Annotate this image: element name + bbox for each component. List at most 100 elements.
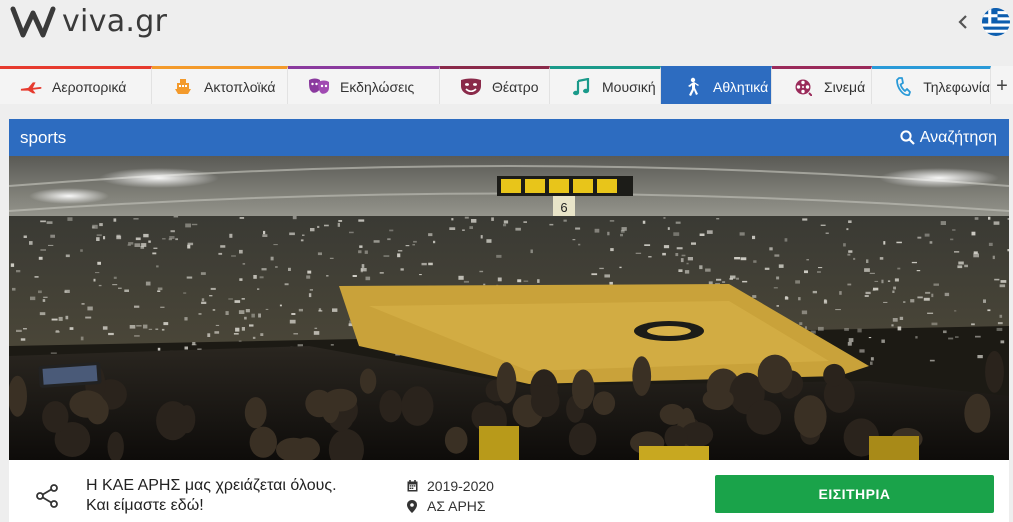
confetti-piece <box>218 252 223 255</box>
confetti-piece <box>954 251 960 253</box>
confetti-piece <box>273 244 278 246</box>
confetti-piece <box>642 220 646 224</box>
confetti-piece <box>349 231 354 234</box>
confetti-piece <box>30 296 36 301</box>
confetti-piece <box>663 217 666 219</box>
confetti-piece <box>113 276 117 279</box>
confetti-piece <box>897 267 901 270</box>
nav-item-label: Σινεμά <box>824 78 866 95</box>
nav-item-ferries[interactable]: Ακτοπλοϊκά <box>152 66 288 104</box>
confetti-piece <box>34 276 39 278</box>
confetti-piece <box>609 281 613 285</box>
event-info-bar: Η ΚΑΕ ΑΡΗΣ μας χρειάζεται όλους. Και είμ… <box>9 460 1009 522</box>
confetti-piece <box>313 331 320 335</box>
confetti-piece <box>620 233 623 237</box>
confetti-piece <box>241 327 245 331</box>
confetti-piece <box>515 227 521 231</box>
confetti-piece <box>95 272 100 274</box>
nav-item-theater[interactable]: Θέατρο <box>440 66 550 104</box>
tickets-button[interactable]: ΕΙΣΙΤΗΡΙΑ <box>715 475 994 513</box>
confetti-piece <box>97 261 101 265</box>
confetti-piece <box>483 283 486 286</box>
confetti-piece <box>358 219 365 222</box>
confetti-piece <box>85 316 92 319</box>
fan-silhouette <box>69 390 105 418</box>
confetti-piece <box>80 336 84 341</box>
confetti-piece <box>99 223 103 227</box>
nav-more-button[interactable]: + <box>991 66 1013 104</box>
confetti-piece <box>80 249 83 252</box>
confetti-piece <box>187 242 194 246</box>
confetti-piece <box>764 267 770 270</box>
confetti-piece <box>678 269 683 272</box>
confetti-piece <box>318 310 323 312</box>
confetti-piece <box>879 257 884 260</box>
fan-silhouette <box>592 391 616 415</box>
confetti-piece <box>983 299 986 303</box>
confetti-piece <box>65 315 69 320</box>
confetti-piece <box>317 252 322 256</box>
confetti-piece <box>397 253 401 258</box>
confetti-piece <box>383 255 390 257</box>
confetti-piece <box>497 277 502 282</box>
theater-mask-icon <box>460 78 482 96</box>
nav-item-cinema[interactable]: Σινεμά <box>772 66 872 104</box>
fan-silhouette <box>359 368 377 394</box>
nav-item-music[interactable]: Μουσική <box>550 66 661 104</box>
confetti-piece <box>864 295 869 297</box>
confetti-piece <box>892 290 895 293</box>
confetti-piece <box>1007 218 1009 220</box>
fan-silhouette <box>985 350 1004 393</box>
fan-silhouette <box>321 392 340 424</box>
confetti-piece <box>847 342 852 346</box>
nav-item-telephony[interactable]: Τηλεφωνία <box>872 66 991 104</box>
nav-item-sports[interactable]: Αθλητικά <box>661 66 772 104</box>
nav-item-flights[interactable]: Αεροπορικά <box>0 66 152 104</box>
confetti-piece <box>847 283 852 286</box>
confetti-piece <box>839 291 842 295</box>
confetti-piece <box>943 330 947 334</box>
confetti-piece <box>332 308 338 312</box>
site-header: viva.gr <box>0 0 1013 66</box>
confetti-piece <box>365 276 371 281</box>
confetti-piece <box>923 297 930 301</box>
confetti-piece <box>931 293 934 298</box>
confetti-piece <box>537 279 540 283</box>
confetti-piece <box>971 323 975 326</box>
confetti-piece <box>812 290 817 294</box>
confetti-piece <box>185 223 191 228</box>
confetti-piece <box>58 316 63 321</box>
confetti-piece <box>108 332 114 336</box>
confetti-piece <box>387 238 391 241</box>
event-season: 2019-2020 <box>427 478 494 494</box>
confetti-piece <box>687 257 693 261</box>
greek-flag-icon[interactable] <box>982 8 1010 36</box>
viva-logo[interactable]: viva.gr <box>10 2 167 42</box>
confetti-piece <box>373 240 380 243</box>
confetti-piece <box>940 221 946 225</box>
confetti-piece <box>20 338 26 341</box>
confetti-piece <box>23 235 27 238</box>
share-icon[interactable] <box>35 484 58 508</box>
confetti-piece <box>314 327 318 329</box>
confetti-piece <box>847 253 851 256</box>
nav-item-label: Εκδηλώσεις <box>340 78 415 95</box>
confetti-piece <box>663 245 670 249</box>
confetti-piece <box>191 223 198 226</box>
confetti-piece <box>259 276 264 279</box>
confetti-piece <box>252 336 256 339</box>
confetti-piece <box>135 237 141 241</box>
confetti-piece <box>868 337 872 339</box>
confetti-piece <box>152 252 157 255</box>
confetti-piece <box>729 277 733 280</box>
confetti-piece <box>1000 340 1005 344</box>
search-link[interactable]: Αναζήτηση <box>900 129 997 147</box>
confetti-piece <box>40 220 46 223</box>
nav-item-events[interactable]: Εκδηλώσεις <box>288 66 440 104</box>
confetti-piece <box>288 267 291 271</box>
confetti-piece <box>358 250 362 254</box>
confetti-piece <box>92 224 98 229</box>
confetti-piece <box>309 289 313 291</box>
chevron-left-icon[interactable] <box>956 11 970 33</box>
confetti-piece <box>994 278 1000 281</box>
